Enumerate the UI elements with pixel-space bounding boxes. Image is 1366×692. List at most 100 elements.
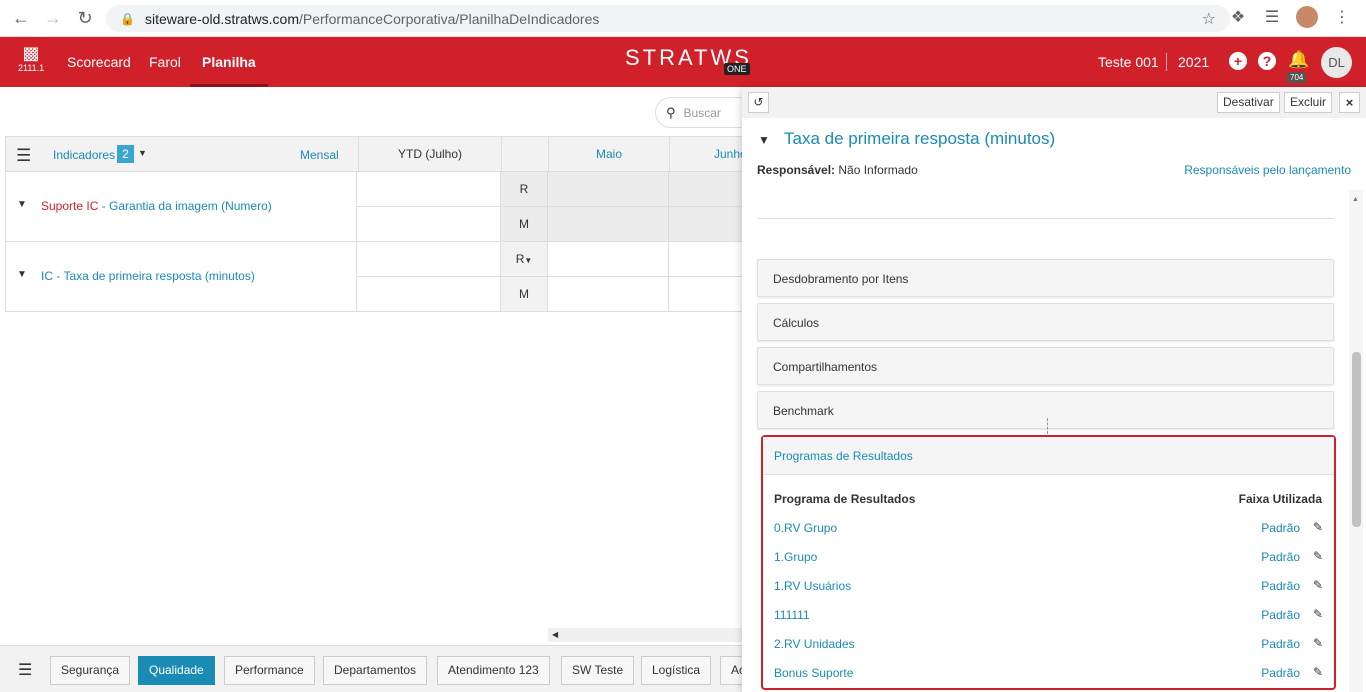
horizontal-scrollbar[interactable]: ◀ [548, 628, 745, 642]
tab-performance[interactable]: Performance [224, 656, 315, 685]
responsible-info: Responsável: Não Informado [757, 163, 918, 177]
close-icon[interactable]: × [1339, 92, 1360, 113]
program-name[interactable]: 0.RV Grupo [774, 521, 837, 535]
ytd-cell[interactable] [357, 277, 501, 312]
hamburger-icon[interactable]: ☰ [16, 146, 31, 166]
browser-toolbar: ← → ↻ 🔒 siteware-old.stratws.com/Perform… [0, 0, 1366, 37]
program-name[interactable]: Bonus Suporte [774, 666, 853, 680]
address-bar[interactable]: 🔒 siteware-old.stratws.com/PerformanceCo… [106, 5, 1230, 32]
tab-sw-teste[interactable]: SW Teste [561, 656, 635, 685]
brand-suffix: ONE [724, 63, 750, 75]
program-range[interactable]: Padrão [1261, 608, 1300, 622]
caret-down-icon[interactable]: ▼ [138, 148, 147, 158]
value-cell[interactable] [669, 242, 745, 277]
forward-icon[interactable]: → [42, 7, 64, 29]
nav-scorecard[interactable]: Scorecard [67, 37, 131, 87]
list-item: 1.RV Usuários Padrão ✎ [774, 572, 1323, 601]
nav-planilha[interactable]: Planilha [190, 37, 268, 87]
programs-section: Programas de Resultados Programa de Resu… [761, 435, 1336, 690]
accordion-benchmark[interactable]: Benchmark [757, 391, 1334, 429]
url-path: /PerformanceCorporativa/PlanilhaDeIndica… [299, 10, 600, 27]
value-cell[interactable] [548, 277, 669, 312]
ytd-cell[interactable] [357, 172, 501, 207]
accordion-compartilhamentos[interactable]: Compartilhamentos [757, 347, 1334, 385]
collapse-triangle-icon[interactable]: ▼ [758, 133, 770, 147]
ytd-cell[interactable] [357, 207, 501, 242]
program-name[interactable]: 1.RV Usuários [774, 579, 851, 593]
accordion-calculos[interactable]: Cálculos [757, 303, 1334, 341]
row-indicator-name[interactable]: IC - Taxa de primeira resposta (minutos) [41, 269, 255, 283]
scrollbar-thumb[interactable] [1352, 352, 1361, 527]
table-row[interactable]: ▼ IC - Taxa de primeira resposta (minuto… [5, 242, 357, 312]
deactivate-button[interactable]: Desativar [1217, 92, 1280, 113]
responsible-link[interactable]: Responsáveis pelo lançamento [1184, 163, 1351, 177]
pencil-icon[interactable]: ✎ [1313, 665, 1323, 679]
drag-guide [1047, 418, 1048, 434]
tab-atendimento-123[interactable]: Atendimento 123 [437, 656, 550, 685]
program-name[interactable]: 1.Grupo [774, 550, 817, 564]
program-range[interactable]: Padrão [1261, 521, 1300, 535]
list-item: 111111 Padrão ✎ [774, 601, 1323, 630]
app-logo[interactable]: ▩ 2111.1 [18, 43, 44, 73]
puzzle-icon[interactable]: ❖ [1228, 7, 1248, 27]
program-range[interactable]: Padrão [1261, 666, 1300, 680]
table-row[interactable]: ▼ Suporte IC - Garantia da imagem (Numer… [5, 172, 357, 242]
value-cell[interactable] [548, 207, 669, 242]
scroll-left-icon[interactable]: ◀ [552, 628, 558, 642]
program-range[interactable]: Padrão [1261, 550, 1300, 564]
value-cell[interactable] [548, 242, 669, 277]
type-goal: M [501, 207, 548, 242]
tab-departamentos[interactable]: Departamentos [323, 656, 428, 685]
caret-down-icon[interactable]: ▼ [524, 256, 532, 265]
help-icon[interactable]: ? [1258, 52, 1276, 70]
program-range[interactable]: Padrão [1261, 579, 1300, 593]
value-cell[interactable] [548, 172, 669, 207]
indicators-label[interactable]: Indicadores [53, 148, 115, 162]
profile-avatar[interactable] [1296, 6, 1318, 28]
user-name[interactable]: Teste 001 [1098, 37, 1159, 87]
value-cell[interactable] [669, 277, 745, 312]
list-item: Bonus Suporte Padrão ✎ [774, 659, 1323, 688]
period-selector[interactable]: Mensal [300, 148, 339, 162]
program-range[interactable]: Padrão [1261, 637, 1300, 651]
expand-triangle-icon[interactable]: ▼ [17, 199, 27, 210]
logo-version: 2111.1 [18, 63, 45, 73]
hamburger-icon[interactable]: ☰ [18, 660, 32, 680]
program-name[interactable]: 111111 [774, 608, 810, 622]
expand-triangle-icon[interactable]: ▼ [17, 269, 27, 280]
tab-logistica[interactable]: Logística [641, 656, 712, 685]
program-name[interactable]: 2.RV Unidades [774, 637, 855, 651]
tab-seguranca[interactable]: Segurança [50, 656, 131, 685]
accordion-programas[interactable]: Programas de Resultados [763, 437, 1334, 475]
avatar[interactable]: DL [1321, 47, 1352, 78]
scroll-up-icon[interactable]: ▲ [1352, 196, 1359, 203]
accordion-desdobramento[interactable]: Desdobramento por Itens [757, 259, 1334, 297]
delete-button[interactable]: Excluir [1284, 92, 1333, 113]
pencil-icon[interactable]: ✎ [1313, 520, 1323, 534]
row-indicator-name[interactable]: Suporte IC - Garantia da imagem (Numero) [41, 199, 272, 213]
ytd-cell[interactable] [357, 242, 501, 277]
year-selector[interactable]: 2021 [1178, 37, 1209, 87]
history-icon[interactable]: ↺ [748, 92, 769, 113]
scorecard-tabs: ☰ Segurança Qualidade Performance Depart… [0, 645, 745, 692]
chart-icon: ▩ [22, 43, 40, 63]
panel-scrollbar[interactable]: ▲ [1349, 190, 1363, 692]
pencil-icon[interactable]: ✎ [1313, 636, 1323, 650]
value-cell[interactable] [669, 207, 745, 242]
bell-icon[interactable]: 🔔 [1288, 50, 1309, 70]
back-icon[interactable]: ← [10, 7, 32, 29]
reload-icon[interactable]: ↻ [74, 7, 96, 29]
media-icon[interactable]: ☰ [1262, 7, 1282, 27]
indicators-count-badge: 2 [117, 145, 134, 163]
type-realized[interactable]: R▼ [501, 242, 548, 277]
bookmark-star-icon[interactable]: ☆ [1202, 9, 1216, 29]
pencil-icon[interactable]: ✎ [1313, 549, 1323, 563]
search-input[interactable]: ⚲ Buscar [655, 97, 755, 128]
value-cell[interactable] [669, 172, 745, 207]
pencil-icon[interactable]: ✎ [1313, 578, 1323, 592]
pencil-icon[interactable]: ✎ [1313, 607, 1323, 621]
nav-farol[interactable]: Farol [149, 37, 181, 87]
menu-dots-icon[interactable]: ⋮ [1332, 7, 1352, 27]
add-icon[interactable]: + [1229, 52, 1247, 70]
tab-qualidade[interactable]: Qualidade [138, 656, 215, 685]
